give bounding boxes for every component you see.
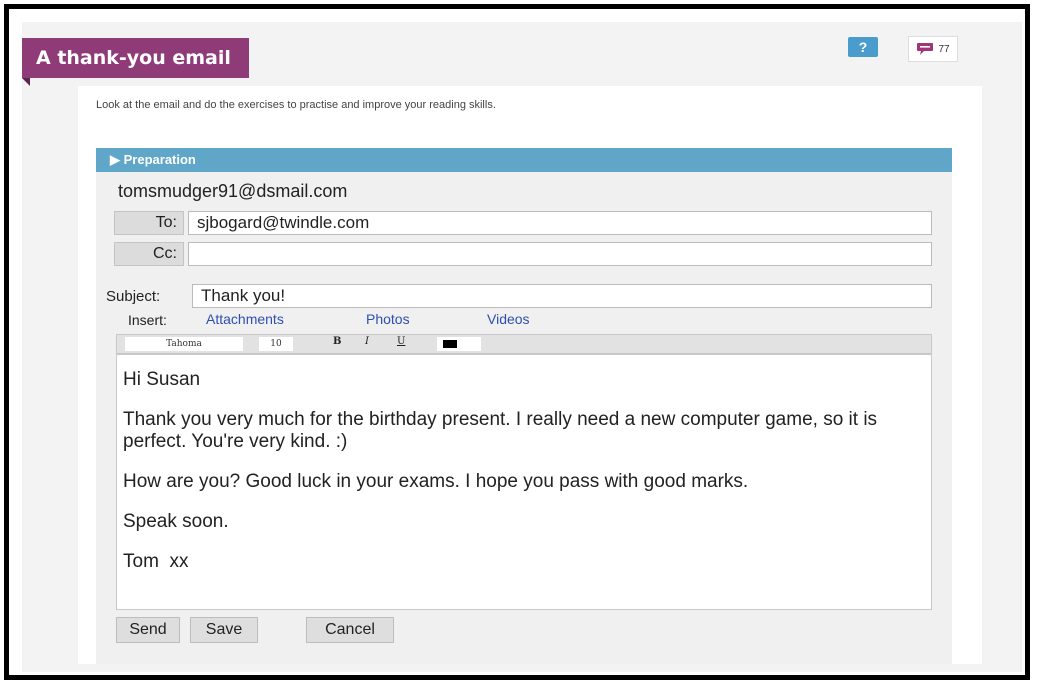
body-greeting: Hi Susan — [123, 369, 201, 390]
color-swatch — [443, 340, 457, 348]
underline-button[interactable]: U — [397, 336, 405, 347]
to-field[interactable]: sjbogard@twindle.com — [188, 211, 932, 235]
insert-attachments-link[interactable]: Attachments — [206, 311, 284, 327]
triangle-right-icon: ▶ — [110, 152, 120, 167]
font-size-select[interactable]: 10 — [259, 337, 293, 351]
body-paragraph: Thank you very much for the birthday pre… — [123, 409, 878, 452]
subject-field[interactable]: Thank you! — [192, 284, 932, 308]
font-select[interactable]: Tahoma — [125, 337, 243, 351]
title-tab-fold — [22, 78, 30, 86]
formatting-toolbar: Tahoma 10 B I U — [116, 334, 932, 354]
message-body[interactable]: Hi Susan Thank you very much for the bir… — [116, 354, 932, 610]
cc-button[interactable]: Cc: — [114, 242, 184, 266]
text-color-picker[interactable] — [437, 337, 481, 351]
preparation-toggle[interactable]: ▶ Preparation — [96, 148, 952, 172]
cancel-button[interactable]: Cancel — [306, 617, 394, 643]
from-address: tomsmudger91@dsmail.com — [118, 181, 348, 201]
body-paragraph: How are you? Good luck in your exams. I … — [123, 471, 749, 492]
subject-label: Subject: — [106, 288, 161, 305]
italic-button[interactable]: I — [365, 336, 369, 347]
send-button[interactable]: Send — [116, 617, 180, 643]
comments-button[interactable]: 77 — [908, 36, 958, 62]
bold-button[interactable]: B — [333, 336, 341, 347]
insert-videos-link[interactable]: Videos — [487, 311, 530, 327]
body-closing: Speak soon. — [123, 511, 229, 532]
insert-label: Insert: — [128, 312, 167, 328]
comment-count: 77 — [938, 43, 950, 55]
cc-field[interactable] — [188, 242, 932, 266]
save-button[interactable]: Save — [190, 617, 258, 643]
intro-text: Look at the email and do the exercises t… — [96, 99, 496, 111]
body-signature: Tom xx — [123, 551, 189, 572]
preparation-label: Preparation — [123, 152, 196, 167]
speech-bubble-icon — [917, 43, 934, 55]
to-button[interactable]: To: — [114, 211, 184, 235]
insert-photos-link[interactable]: Photos — [366, 311, 410, 327]
page-title: A thank-you email — [22, 38, 249, 78]
help-button[interactable]: ? — [848, 37, 878, 57]
